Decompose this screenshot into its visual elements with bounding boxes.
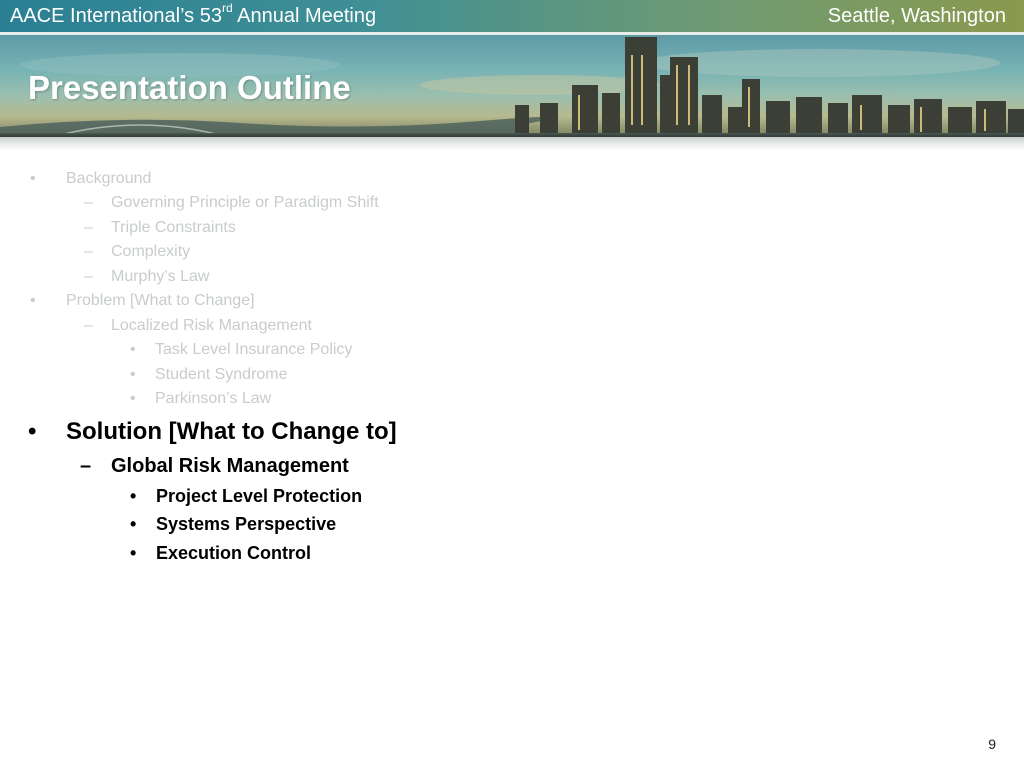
bullet-marker: – [84, 219, 93, 236]
bullet-marker: – [84, 194, 93, 211]
outline-text: Solution [What to Change to] [66, 418, 397, 445]
outline-text: Problem [What to Change] [66, 292, 255, 309]
bullet-marker: – [84, 268, 93, 285]
outline-text: Triple Constraints [111, 219, 236, 236]
bullet-marker: • [130, 390, 136, 407]
bullet-marker: • [130, 514, 137, 534]
bullet-marker: – [84, 317, 93, 334]
bullet-marker: • [28, 418, 37, 445]
bullet-marker: • [130, 486, 137, 506]
page-number: 9 [988, 736, 996, 752]
outline-text: Background [66, 170, 152, 187]
outline-list: • Background – Governing Principle or Pa… [0, 0, 1024, 768]
outline-text: Localized Risk Management [111, 317, 312, 334]
outline-text: Governing Principle or Paradigm Shift [111, 194, 379, 211]
outline-text: Student Syndrome [155, 366, 288, 383]
bullet-marker: • [30, 170, 36, 187]
bullet-marker: • [130, 543, 137, 563]
bullet-marker: – [80, 455, 92, 477]
bullet-marker: • [130, 366, 136, 383]
outline-text: Execution Control [156, 543, 312, 563]
bullet-marker: – [84, 243, 93, 260]
outline-text: Global Risk Management [111, 455, 349, 477]
outline-text: Task Level Insurance Policy [155, 341, 353, 358]
bullet-marker: • [30, 292, 36, 309]
bullet-marker: • [130, 341, 136, 358]
outline-text: Parkinson’s Law [155, 390, 272, 407]
outline-text: Systems Perspective [156, 514, 337, 534]
outline-text: Project Level Protection [156, 486, 363, 506]
outline-text: Complexity [111, 243, 191, 260]
outline-text: Murphy’s Law [111, 268, 210, 285]
